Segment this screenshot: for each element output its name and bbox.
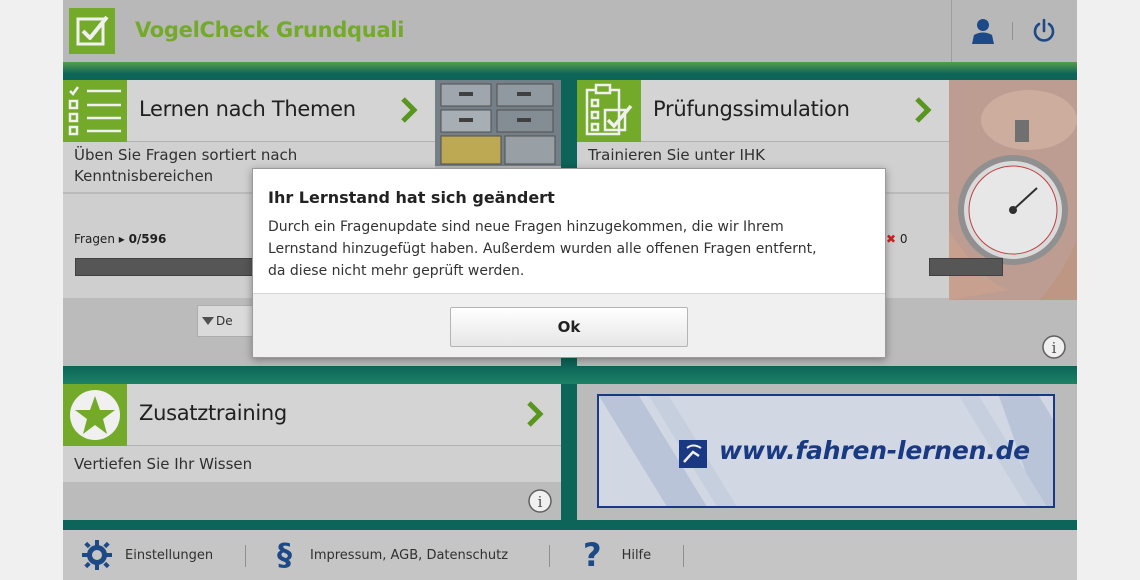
dialog-footer: Ok [253, 293, 885, 357]
dialog-message: Durch ein Fragenupdate sind neue Fragen … [268, 216, 868, 282]
dialog-message-line: da diese nicht mehr geprüft werden. [268, 263, 525, 279]
lernstand-changed-dialog: Ihr Lernstand hat sich geändert Durch ei… [252, 168, 886, 358]
dialog-message-line: Durch ein Fragenupdate sind neue Fragen … [268, 219, 784, 235]
ok-button[interactable]: Ok [450, 307, 688, 347]
dialog-title: Ihr Lernstand hat sich geändert [268, 188, 555, 207]
dialog-message-line: Lernstand hinzugefügt haben. Außerdem wu… [268, 241, 817, 257]
